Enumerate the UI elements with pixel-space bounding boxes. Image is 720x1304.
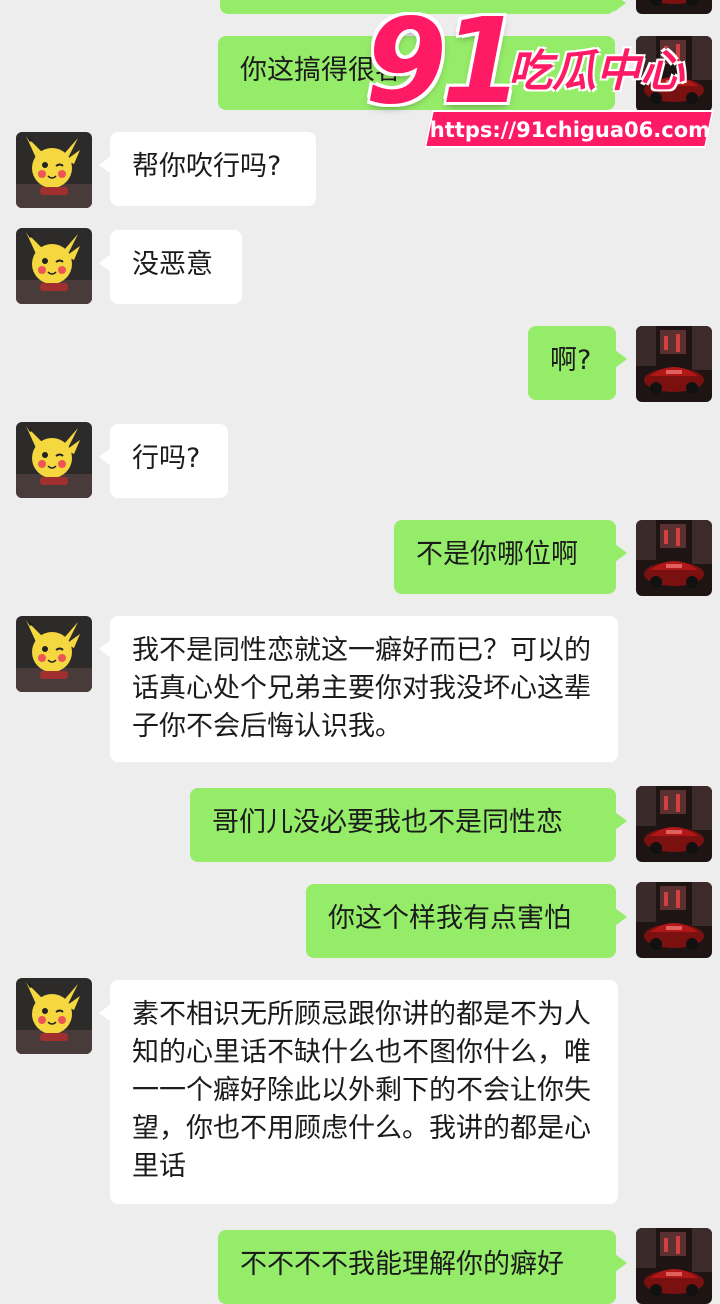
message-bubble-received[interactable]: 行吗? — [99, 424, 228, 498]
red-car-avatar-icon — [636, 0, 712, 14]
message-bubble-sent[interactable]: 你这个样我有点害怕 — [306, 884, 627, 958]
my-avatar[interactable] — [636, 786, 712, 862]
pikachu-avatar-icon — [16, 228, 92, 304]
message-text: 行吗? — [132, 443, 201, 474]
red-car-avatar-icon — [636, 326, 712, 402]
message-text: 我不是同性恋就这一癖好而已？可以的话真心处个兄弟主要你对我没坏心这辈子你不会后悔… — [132, 635, 591, 742]
message-bubble-sent[interactable]: 啊? — [528, 326, 627, 400]
red-car-avatar-icon — [636, 882, 712, 958]
contact-avatar[interactable] — [16, 228, 92, 304]
pikachu-avatar-icon — [16, 132, 92, 208]
my-avatar[interactable] — [636, 882, 712, 958]
message-text: 哥们儿没必要我也不是同性恋 — [212, 807, 563, 838]
message-text: 你这个样我有点害怕 — [328, 903, 571, 934]
my-avatar[interactable] — [636, 1228, 712, 1304]
red-car-avatar-icon — [636, 786, 712, 862]
red-car-avatar-icon — [636, 520, 712, 596]
message-text: 啊? — [550, 345, 592, 376]
watermark-number: 91 — [365, 0, 523, 130]
message-text: 帮你吹行吗? — [132, 151, 282, 182]
message-text: 没恶意 — [132, 249, 213, 280]
message-bubble-sent[interactable]: 哥们儿没必要我也不是同性恋 — [190, 788, 627, 862]
message-text: 不不不不我能理解你的癖好 — [240, 1249, 564, 1280]
message-bubble-received[interactable]: 素不相识无所顾忌跟你讲的都是不为人知的心里话不缺什么也不图你什么，唯一一个癖好除… — [99, 980, 618, 1204]
message-text: 不是你哪位啊 — [416, 539, 578, 570]
my-avatar[interactable] — [636, 326, 712, 402]
message-bubble-received[interactable]: 没恶意 — [99, 230, 242, 304]
contact-avatar[interactable] — [16, 978, 92, 1054]
message-bubble-received[interactable]: 帮你吹行吗? — [99, 132, 316, 206]
message-bubble-received[interactable]: 我不是同性恋就这一癖好而已？可以的话真心处个兄弟主要你对我没坏心这辈子你不会后悔… — [99, 616, 618, 762]
watermark-title: 吃瓜中心 — [508, 46, 684, 97]
pikachu-avatar-icon — [16, 978, 92, 1054]
contact-avatar[interactable] — [16, 616, 92, 692]
my-avatar[interactable] — [636, 0, 712, 14]
contact-avatar[interactable] — [16, 422, 92, 498]
watermark-url-text: https://91chigua06.com — [429, 118, 711, 142]
watermark-url[interactable]: https://91chigua06.com — [423, 110, 715, 148]
message-text: 素不相识无所顾忌跟你讲的都是不为人知的心里话不缺什么也不图你什么，唯一一个癖好除… — [132, 999, 591, 1182]
pikachu-avatar-icon — [16, 616, 92, 692]
my-avatar[interactable] — [636, 520, 712, 596]
pikachu-avatar-icon — [16, 422, 92, 498]
message-bubble-sent[interactable]: 不不不不我能理解你的癖好 — [218, 1230, 627, 1304]
red-car-avatar-icon — [636, 1228, 712, 1304]
contact-avatar[interactable] — [16, 132, 92, 208]
message-bubble-sent[interactable]: 不是你哪位啊 — [394, 520, 627, 594]
